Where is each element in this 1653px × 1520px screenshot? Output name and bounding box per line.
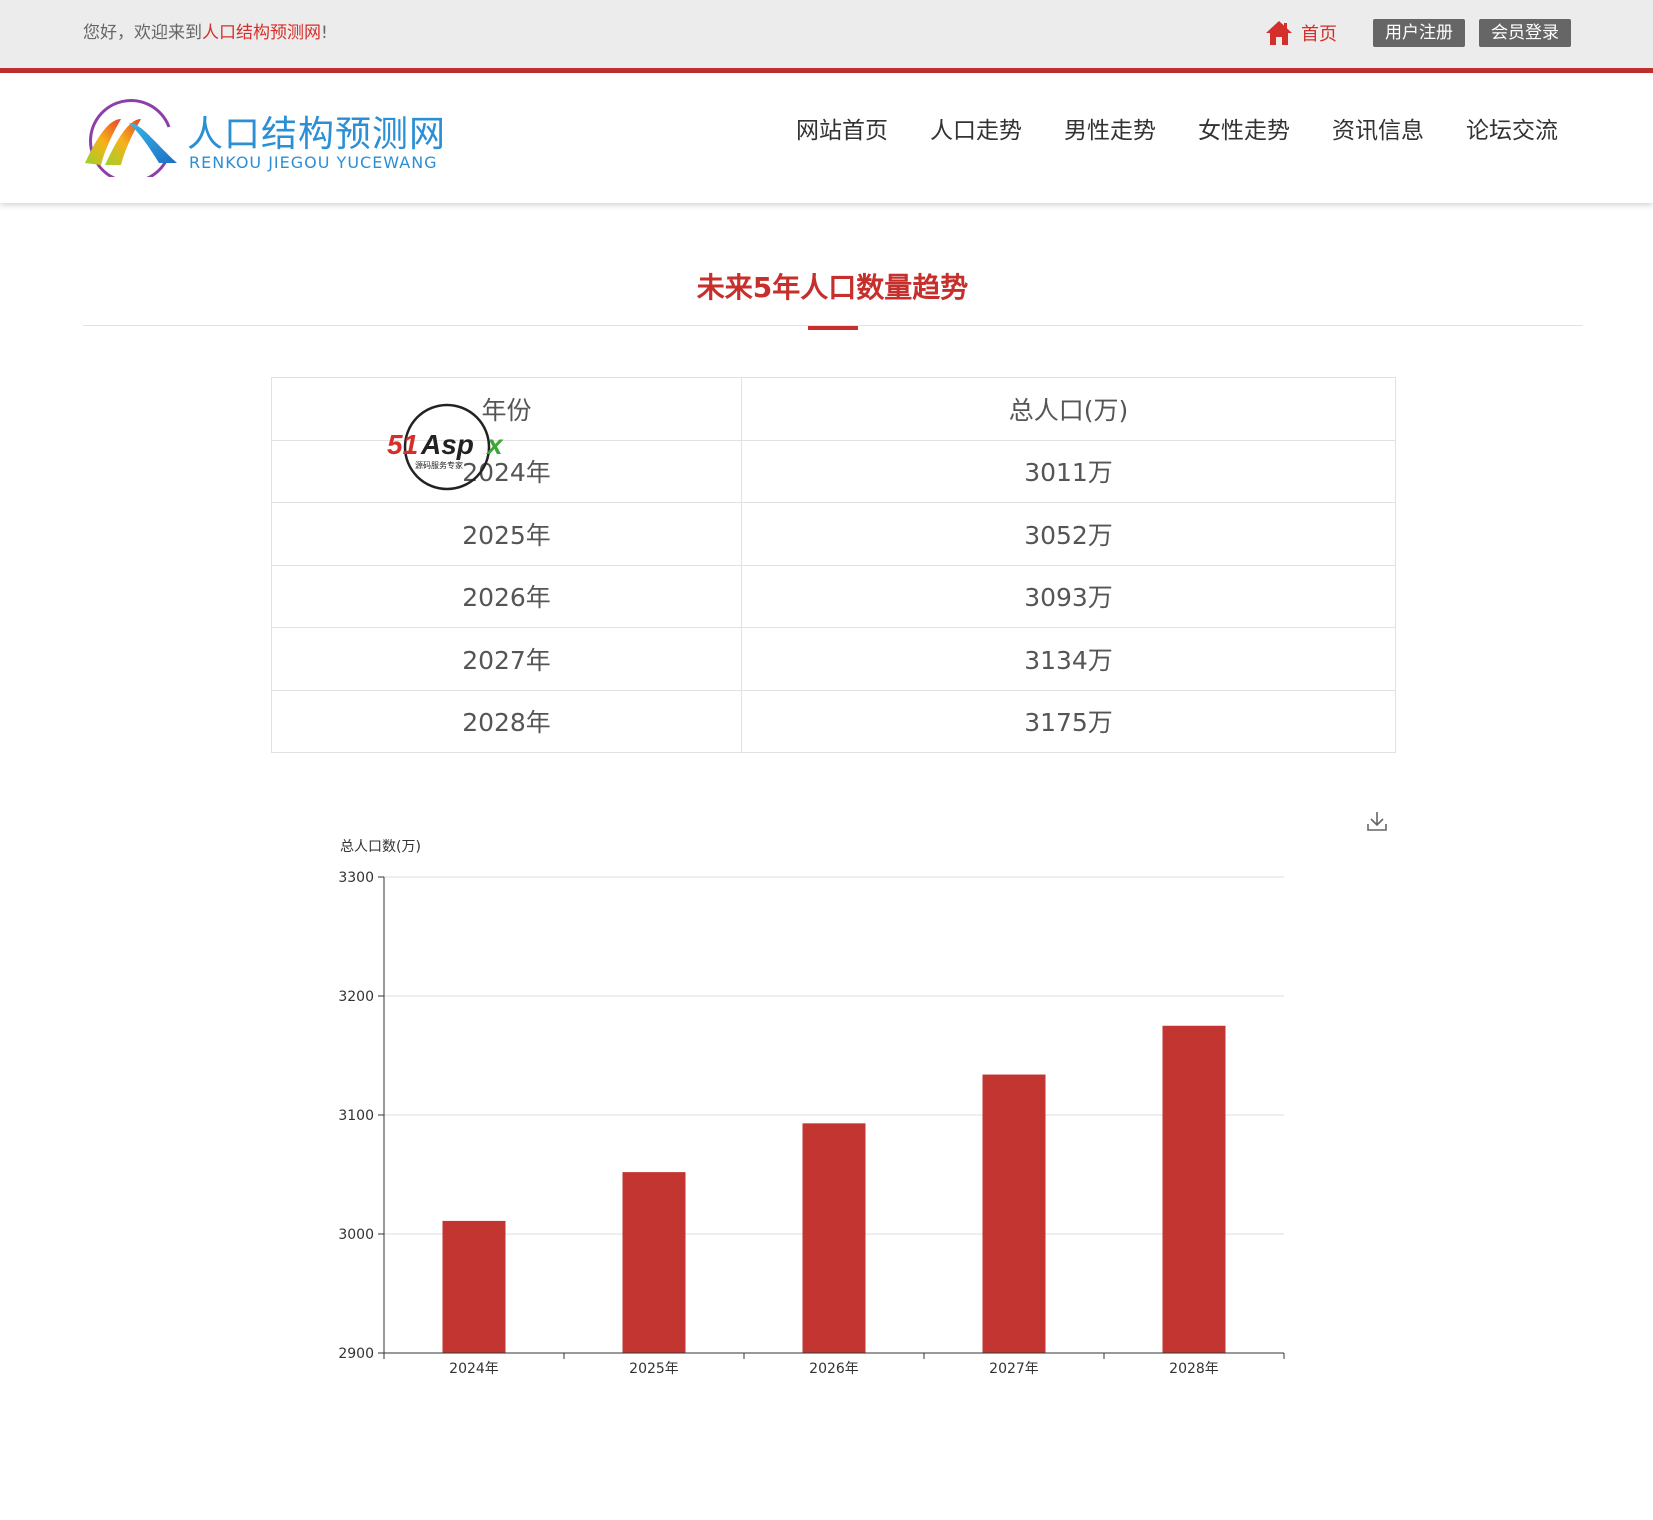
chart-bars bbox=[442, 1025, 1226, 1353]
bar[interactable] bbox=[442, 1220, 506, 1353]
nav-item-male-trend[interactable]: 男性走势 bbox=[1064, 111, 1156, 145]
y-tick-label: 3200 bbox=[338, 989, 374, 1005]
y-tick-label: 3000 bbox=[338, 1227, 374, 1243]
cell-population: 3052万 bbox=[741, 502, 1396, 566]
x-tick-label: 2024年 bbox=[449, 1361, 499, 1377]
nav-item-home[interactable]: 网站首页 bbox=[796, 111, 888, 145]
svg-text:x: x bbox=[485, 429, 504, 460]
nav-item-population-trend[interactable]: 人口走势 bbox=[930, 111, 1022, 145]
cell-year: 2027年 bbox=[271, 627, 742, 691]
top-bar: 您好，欢迎来到人口结构预测网! 首页 用户注册 会员登录 bbox=[0, 0, 1653, 68]
register-button[interactable]: 用户注册 bbox=[1373, 19, 1465, 47]
cell-year: 2026年 bbox=[271, 564, 742, 628]
site-header: 人口结构预测网 RENKOU JIEGOU YUCEWANG 网站首页 人口走势… bbox=[0, 73, 1653, 203]
nav-item-forum[interactable]: 论坛交流 bbox=[1466, 111, 1558, 145]
cell-population: 3011万 bbox=[741, 439, 1396, 503]
cell-year: 2025年 bbox=[271, 502, 742, 566]
x-tick-label: 2025年 bbox=[629, 1361, 679, 1377]
logo-chinese-name: 人口结构预测网 bbox=[187, 114, 447, 155]
table-row: 2025年 3052万 bbox=[271, 502, 1396, 566]
chart-ylabel: 总人口数(万) bbox=[340, 839, 421, 855]
table-row: 2027年 3134万 bbox=[271, 627, 1396, 691]
cell-population: 3093万 bbox=[741, 564, 1396, 628]
welcome-site-name[interactable]: 人口结构预测网 bbox=[202, 23, 321, 43]
x-tick-label: 2027年 bbox=[989, 1361, 1039, 1377]
top-links: 首页 用户注册 会员登录 bbox=[1265, 18, 1571, 48]
x-tick-label: 2028年 bbox=[1169, 1361, 1219, 1377]
table-row: 2028年 3175万 bbox=[271, 689, 1396, 753]
bar[interactable] bbox=[802, 1123, 866, 1353]
column-header-population: 总人口(万) bbox=[741, 377, 1396, 441]
logo-english-name: RENKOU JIEGOU YUCEWANG bbox=[189, 153, 438, 172]
nav-item-female-trend[interactable]: 女性走势 bbox=[1198, 111, 1290, 145]
svg-text:Asp: Asp bbox=[420, 429, 474, 460]
download-icon[interactable] bbox=[1366, 810, 1388, 832]
site-logo[interactable]: 人口结构预测网 RENKOU JIEGOU YUCEWANG bbox=[83, 97, 445, 184]
y-tick-label: 3100 bbox=[338, 1108, 374, 1124]
table-row: 2026年 3093万 bbox=[271, 564, 1396, 628]
watermark-logo: 51 Asp x 源码服务专家 bbox=[387, 403, 504, 491]
svg-text:51: 51 bbox=[387, 429, 418, 460]
y-tick-label: 3300 bbox=[338, 870, 374, 886]
bar[interactable] bbox=[982, 1074, 1046, 1353]
cell-population: 3175万 bbox=[741, 689, 1396, 753]
home-link[interactable]: 首页 bbox=[1265, 20, 1337, 46]
nav-item-news[interactable]: 资讯信息 bbox=[1332, 111, 1424, 145]
section-title: 未来5年人口数量趋势 bbox=[696, 271, 969, 304]
x-tick-label: 2026年 bbox=[809, 1361, 859, 1377]
bar[interactable] bbox=[622, 1172, 686, 1353]
population-bar-chart: 总人口数(万) 2900 3000 3100 3200 3300 2024年 2025年 20… bbox=[338, 839, 1285, 1377]
y-tick-label: 2900 bbox=[338, 1346, 374, 1362]
bar[interactable] bbox=[1162, 1025, 1226, 1353]
main-nav: 网站首页 人口走势 男性走势 女性走势 资讯信息 论坛交流 bbox=[754, 111, 1558, 145]
home-icon bbox=[1266, 21, 1292, 45]
logo-icon bbox=[85, 99, 177, 184]
cell-population: 3134万 bbox=[741, 627, 1396, 691]
cell-year: 2028年 bbox=[271, 689, 742, 753]
welcome-text: 您好，欢迎来到人口结构预测网! bbox=[83, 23, 328, 43]
title-accent-bar bbox=[808, 326, 858, 330]
svg-text:源码服务专家: 源码服务专家 bbox=[415, 460, 463, 470]
login-button[interactable]: 会员登录 bbox=[1479, 19, 1571, 47]
